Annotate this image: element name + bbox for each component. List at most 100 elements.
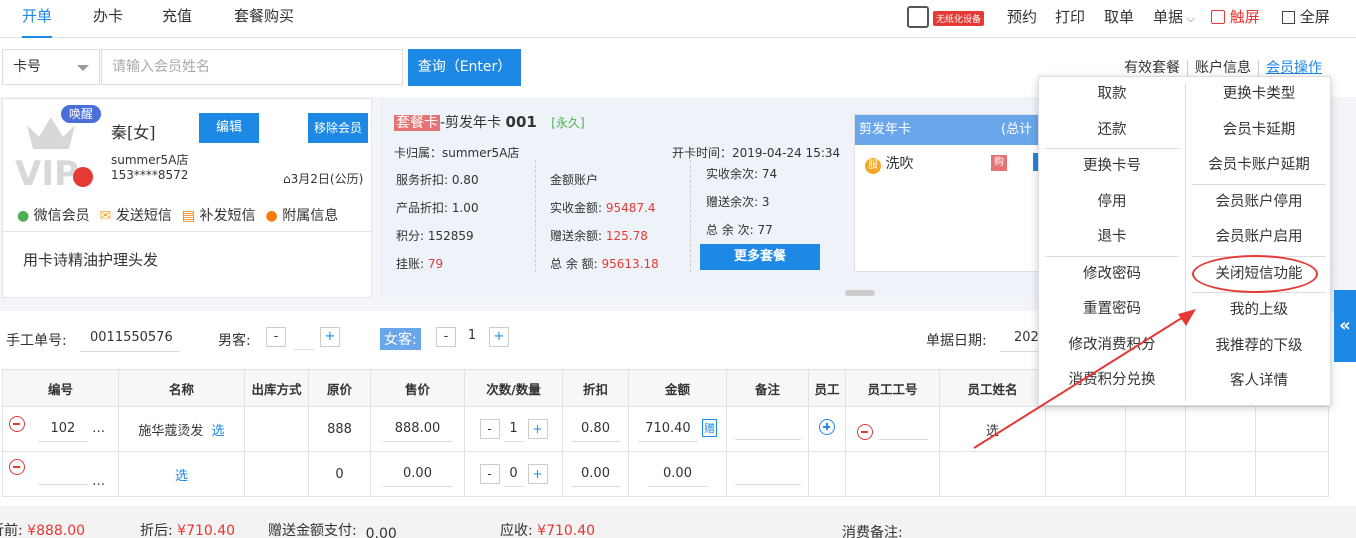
more-icon[interactable]: …	[92, 474, 105, 489]
add-staff-icon[interactable]	[819, 419, 835, 435]
menu-item-change-card-type[interactable]: 更换卡类型	[1186, 77, 1332, 113]
discount-input[interactable]: 0.00	[570, 461, 621, 487]
qty-plus-button[interactable]: +	[527, 419, 548, 439]
collapse-side-tab[interactable]: «	[1334, 290, 1356, 362]
qty-input[interactable]: 0	[503, 461, 524, 487]
search-button[interactable]: 查询（Enter）	[408, 49, 521, 86]
service-icon: 服	[865, 158, 881, 174]
card-number: 001	[505, 113, 537, 131]
svg-text:VIP: VIP	[15, 154, 79, 191]
after-value: ¥710.40	[177, 523, 236, 538]
menu-item-withdraw[interactable]: 取款	[1039, 77, 1185, 113]
vip-avatar: VIP	[13, 111, 101, 194]
horizontal-scrollbar[interactable]	[845, 290, 875, 296]
amount-input[interactable]: 710.40	[637, 416, 698, 442]
fullscreen-icon	[1282, 11, 1295, 24]
female-count-input[interactable]: 1	[462, 328, 482, 343]
manual-no-input[interactable]: 0011550576	[80, 324, 180, 352]
times-account: 实收余次: 74 赠送余次: 3 总 余 次: 77	[706, 160, 777, 244]
col-qty: 次数/数量	[464, 369, 563, 407]
amount-input[interactable]: 0.00	[647, 461, 708, 487]
gift-times: 赠送余次: 3	[706, 195, 770, 209]
edit-button[interactable]: 编辑	[199, 113, 259, 143]
remove-staff-icon[interactable]	[857, 424, 874, 440]
menu-item-change-password[interactable]: 修改密码	[1039, 257, 1185, 293]
col-staff-no: 员工工号	[845, 369, 940, 407]
pick-item-link[interactable]: 选	[212, 424, 225, 439]
col-staff: 员工	[808, 369, 846, 407]
note-input[interactable]	[734, 459, 801, 485]
search-type-select[interactable]: 卡号	[2, 49, 100, 85]
tablet-icon	[907, 6, 929, 28]
more-packages-button[interactable]: 更多套餐	[700, 244, 820, 270]
male-minus-button[interactable]: -	[266, 327, 286, 347]
divider	[1258, 60, 1259, 76]
remove-member-button[interactable]: 移除会员	[308, 113, 368, 143]
menu-item-change-card-no[interactable]: 更换卡号	[1039, 149, 1185, 185]
qty-input[interactable]: 1	[503, 416, 524, 442]
member-ops-link[interactable]: 会员操作	[1266, 58, 1322, 78]
menu-item-disable-account[interactable]: 会员账户停用	[1186, 185, 1332, 221]
discount-input[interactable]: 0.80	[570, 416, 621, 442]
birthday-text: 3月2日(公历)	[290, 172, 364, 186]
name-cell: 选	[118, 451, 245, 497]
gift-value: 125.78	[605, 229, 648, 243]
fullscreen-button[interactable]: 全屏	[1282, 0, 1330, 34]
tab-kaidan[interactable]: 开单	[22, 0, 53, 38]
qty-minus-button[interactable]: -	[479, 419, 500, 439]
qty-cell: -0 +	[464, 451, 563, 497]
staff-no-cell	[845, 451, 940, 497]
package-item: 服 洗吹	[865, 153, 913, 174]
staff-no-input[interactable]	[877, 414, 928, 440]
tab-package-buy[interactable]: 套餐购买	[234, 0, 294, 38]
code-input[interactable]: 102	[37, 416, 88, 442]
male-count-input[interactable]	[294, 326, 314, 350]
member-search-input[interactable]: 请输入会员姓名	[101, 49, 403, 85]
price-input[interactable]: 888.00	[382, 416, 453, 442]
resend-sms-link[interactable]: ▤ 补发短信	[182, 205, 256, 225]
menu-item-close-sms[interactable]: 关闭短信功能	[1186, 254, 1332, 293]
pick-item-link[interactable]: 选	[175, 469, 188, 484]
remove-row-icon[interactable]	[9, 416, 25, 432]
note-input[interactable]	[734, 414, 801, 440]
valid-package-link[interactable]: 有效套餐	[1124, 58, 1180, 78]
tab-banka[interactable]: 办卡	[93, 0, 123, 38]
appointment-button[interactable]: 预约	[1007, 0, 1037, 34]
tab-chongzhi[interactable]: 充值	[162, 0, 192, 38]
account-info-link[interactable]: 账户信息	[1195, 58, 1251, 78]
more-icon[interactable]: …	[92, 421, 105, 436]
female-plus-button[interactable]: +	[489, 327, 509, 347]
extra-info-link[interactable]: ● 附属信息	[266, 205, 339, 225]
wake-badge[interactable]: 唤醒	[61, 105, 101, 123]
menu-item-extend-account[interactable]: 会员卡账户延期	[1186, 148, 1332, 184]
touch-screen-button[interactable]: 触屏	[1211, 0, 1260, 34]
amount-account: 金额账户 实收金额: 95487.4 赠送余额: 125.78 总 余 额: 9…	[550, 166, 659, 278]
menu-item-return-card[interactable]: 退卡	[1039, 220, 1185, 256]
price-input[interactable]: 0.00	[382, 461, 453, 487]
menu-item-disable[interactable]: 停用	[1039, 185, 1185, 221]
member-store: summer5A店	[111, 153, 189, 167]
male-plus-button[interactable]: +	[320, 327, 340, 347]
menu-item-repay[interactable]: 还款	[1039, 113, 1185, 149]
print-button[interactable]: 打印	[1055, 0, 1085, 34]
buy-badge[interactable]: 购	[991, 155, 1007, 171]
code-input[interactable]	[37, 459, 88, 485]
bills-dropdown[interactable]: 单据 ⌵	[1153, 0, 1195, 34]
female-minus-button[interactable]: -	[436, 327, 456, 347]
qty-minus-button[interactable]: -	[479, 464, 500, 484]
remove-row-icon[interactable]	[9, 459, 25, 475]
qty-plus-button[interactable]: +	[527, 464, 548, 484]
member-name: 秦[女]	[111, 123, 156, 142]
divider	[690, 160, 691, 272]
gift-button[interactable]: 赠	[702, 419, 718, 437]
take-order-button[interactable]: 取单	[1104, 0, 1134, 34]
gift-payment-label: 赠送金额支付:	[268, 523, 357, 538]
wechat-member-link[interactable]: ● 微信会员	[17, 205, 90, 225]
divider	[1187, 60, 1188, 76]
amount-due: 应收: ¥710.40	[500, 520, 595, 538]
paperless-device-button[interactable]: 无纸化设备	[907, 4, 989, 30]
menu-item-enable-account[interactable]: 会员账户启用	[1186, 220, 1332, 256]
highlight-ellipse	[1192, 254, 1318, 293]
send-sms-link[interactable]: ✉ 发送短信	[100, 205, 172, 225]
menu-item-extend-card[interactable]: 会员卡延期	[1186, 113, 1332, 149]
